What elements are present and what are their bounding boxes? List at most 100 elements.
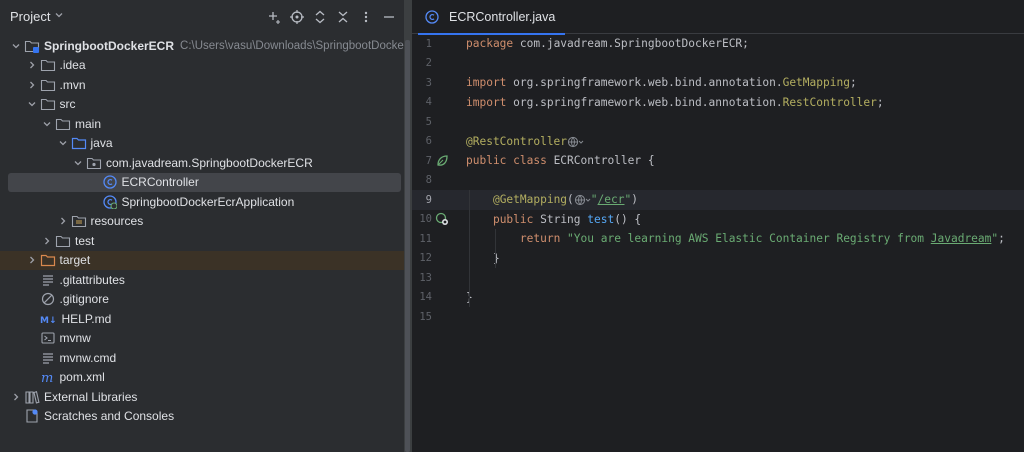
tree-node[interactable]: .gitignore xyxy=(0,290,404,310)
line-number: 13 xyxy=(419,271,432,284)
tree-node[interactable]: java xyxy=(0,134,404,154)
chevron-right-icon[interactable] xyxy=(39,233,55,249)
panel-scrollbar[interactable] xyxy=(404,0,412,452)
code-token: @GetMapping xyxy=(492,193,568,207)
tree-node[interactable]: SpringbootDockerECR C:\Users\vasu\Downloa… xyxy=(0,36,404,56)
line-number: 14 xyxy=(419,291,432,304)
tree-node[interactable]: m pom.xml xyxy=(0,368,404,388)
code-token: com.javadream.SpringbootDockerECR; xyxy=(519,37,749,51)
project-view-selector[interactable]: Project xyxy=(10,9,64,24)
tree-node-label: External Libraries xyxy=(44,389,138,404)
tree-node-label: mvnw.cmd xyxy=(59,350,117,365)
code-line[interactable]: 9 @GetMapping("/ecr") xyxy=(412,190,1024,210)
maven-icon: m xyxy=(40,369,56,385)
code-line[interactable]: 10 public String test() { xyxy=(412,210,1024,230)
tree-node[interactable]: test xyxy=(0,231,404,251)
code-text: public String test() { xyxy=(466,213,641,226)
svg-text:m: m xyxy=(41,371,53,385)
spring-class-icon xyxy=(102,194,118,210)
tree-node[interactable]: External Libraries xyxy=(0,387,404,407)
code-token: package xyxy=(466,37,520,51)
code-line[interactable]: 12 } xyxy=(412,249,1024,269)
web-endpoint-globe-icon[interactable] xyxy=(567,136,584,148)
code-line[interactable]: 4 import org.springframework.web.bind.ann… xyxy=(412,93,1024,113)
indent-guide xyxy=(495,229,496,268)
code-token: "You are learning AWS Elastic Container … xyxy=(567,232,931,246)
excluded-folder-icon xyxy=(40,252,56,268)
code-line[interactable]: 2 xyxy=(412,54,1024,74)
web-endpoint-globe-icon[interactable] xyxy=(574,194,591,206)
code-text: import org.springframework.web.bind.anno… xyxy=(466,96,884,109)
collapse-all-icon[interactable] xyxy=(332,6,354,28)
code-text: package com.javadream.SpringbootDockerEC… xyxy=(466,37,749,50)
chevron-right-icon[interactable] xyxy=(24,252,40,268)
scrollbar-thumb[interactable] xyxy=(405,40,410,452)
code-text: public class ECRController { xyxy=(466,154,655,167)
tree-node[interactable]: target xyxy=(0,250,404,270)
code-line[interactable]: 1 package com.javadream.SpringbootDockerE… xyxy=(412,34,1024,54)
code-text: @GetMapping("/ecr") xyxy=(466,193,638,206)
tree-node[interactable]: main xyxy=(0,114,404,134)
line-number: 6 xyxy=(425,135,432,148)
tree-node[interactable]: mvnw xyxy=(0,329,404,349)
tree-node[interactable]: .idea xyxy=(0,56,404,76)
tree-node[interactable]: Scratches and Consoles xyxy=(0,407,404,427)
code-text: import org.springframework.web.bind.anno… xyxy=(466,76,857,89)
hide-icon[interactable] xyxy=(378,6,400,28)
class-icon xyxy=(424,9,440,25)
chevron-right-icon[interactable] xyxy=(55,213,71,229)
tree-node[interactable]: SpringbootDockerEcrApplication xyxy=(0,192,404,212)
tree-node-label: .mvn xyxy=(59,77,86,92)
chevron-right-icon[interactable] xyxy=(24,77,40,93)
tab-ecrcontroller[interactable]: ECRController.java xyxy=(418,0,566,35)
code-line[interactable]: 7 public class ECRController { xyxy=(412,151,1024,171)
tree-node[interactable]: mvnw.cmd xyxy=(0,348,404,368)
tree-node-label: SpringbootDockerECR xyxy=(44,38,175,53)
endpoint-icon[interactable] xyxy=(434,211,450,227)
tree-node[interactable]: .gitattributes xyxy=(0,270,404,290)
code-token: /ecr xyxy=(597,193,625,207)
expand-all-icon[interactable] xyxy=(309,6,331,28)
folder-icon xyxy=(40,77,56,93)
module-icon xyxy=(24,38,40,54)
code-line[interactable]: 6 @RestController xyxy=(412,132,1024,152)
code-area[interactable]: 1 package com.javadream.SpringbootDockerE… xyxy=(412,34,1024,452)
folder-icon xyxy=(55,233,71,249)
spring-bean-icon[interactable] xyxy=(434,153,450,169)
code-line[interactable]: 11 return "You are learning AWS Elastic … xyxy=(412,229,1024,249)
tab-label: ECRController.java xyxy=(449,10,556,24)
tree-node[interactable]: com.javadream.SpringbootDockerECR xyxy=(0,153,404,173)
code-line[interactable]: 5 xyxy=(412,112,1024,132)
code-line[interactable]: 13 xyxy=(412,268,1024,288)
tree-node[interactable]: M↓ HELP.md xyxy=(0,309,404,329)
add-icon[interactable] xyxy=(263,6,285,28)
chevron-right-icon[interactable] xyxy=(24,57,40,73)
chevron-down-icon[interactable] xyxy=(39,116,55,132)
code-token: import xyxy=(466,95,514,109)
tree-node-label: mvnw xyxy=(59,331,91,346)
tree-node[interactable]: .mvn xyxy=(0,75,404,95)
target-icon[interactable] xyxy=(286,6,308,28)
chevron-down-icon[interactable] xyxy=(70,155,86,171)
chevron-down-icon[interactable] xyxy=(24,96,40,112)
chevron-down-icon[interactable] xyxy=(8,38,24,54)
resources-folder-icon xyxy=(71,213,87,229)
more-icon[interactable] xyxy=(355,6,377,28)
chevron-down-icon[interactable] xyxy=(55,135,71,151)
code-line[interactable]: 14} xyxy=(412,288,1024,308)
code-token: ; xyxy=(876,95,884,109)
tree-node-label: test xyxy=(75,233,95,248)
code-line[interactable]: 8 xyxy=(412,171,1024,191)
code-token: test xyxy=(587,212,615,226)
chevron-right-icon[interactable] xyxy=(8,389,24,405)
tree-node[interactable]: src xyxy=(0,95,404,115)
code-line[interactable]: 15 xyxy=(412,307,1024,327)
tree-node[interactable]: ECRController xyxy=(8,172,401,192)
code-line[interactable]: 3 import org.springframework.web.bind.ann… xyxy=(412,73,1024,93)
tree-node[interactable]: resources xyxy=(0,212,404,232)
